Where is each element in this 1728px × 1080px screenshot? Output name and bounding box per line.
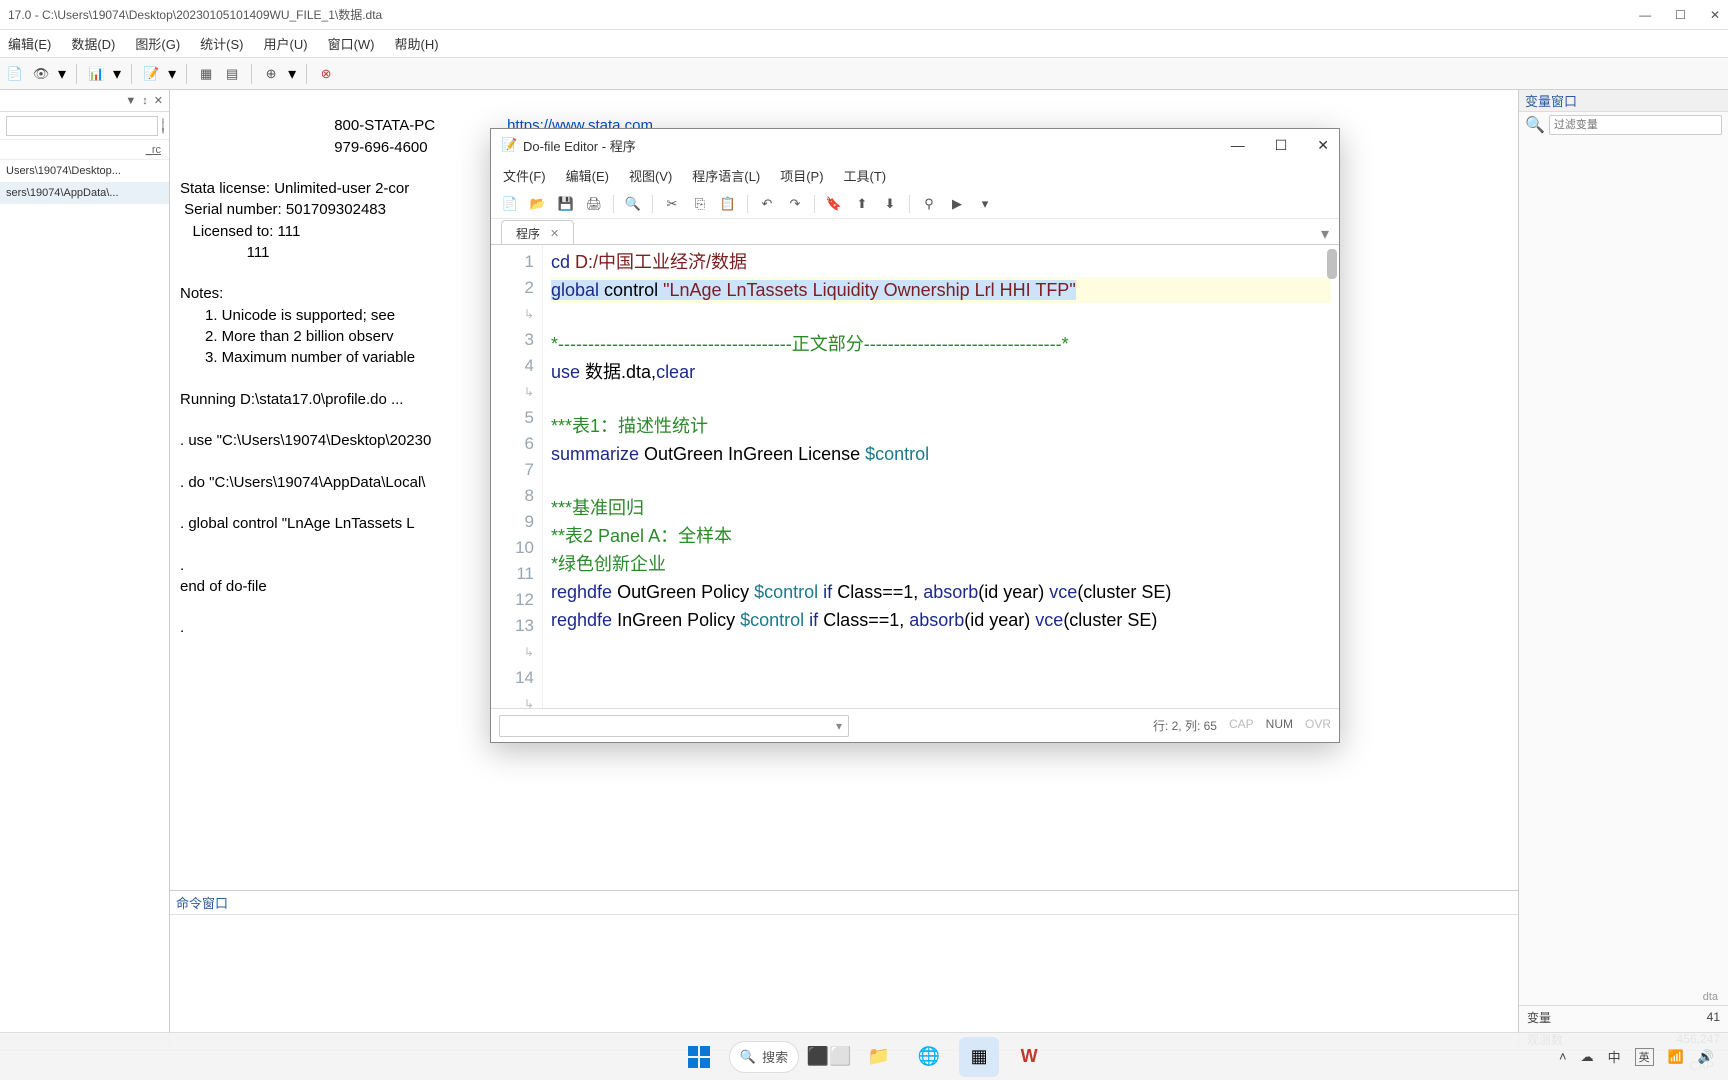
dofile-tabs: 程序 ✕ ▾	[491, 219, 1339, 245]
cut-icon[interactable]: ✂	[663, 195, 681, 213]
stata-menubar: 编辑(E) 数据(D) 图形(G) 统计(S) 用户(U) 窗口(W) 帮助(H…	[0, 30, 1728, 58]
new-icon[interactable]: 📄	[501, 195, 519, 213]
prop-variables: 变量41	[1519, 1006, 1728, 1028]
undo-icon[interactable]: ↶	[758, 195, 776, 213]
wps-icon[interactable]: W	[1009, 1037, 1049, 1077]
dofile-menu-file[interactable]: 文件(F)	[503, 166, 546, 185]
windows-taskbar: 🔍 搜索 ⬛⬜ 📁 🌐 ▦ W ˄ ☁ 中 英 📶 🔊	[0, 1032, 1728, 1080]
run-icon[interactable]: ▶	[948, 195, 966, 213]
history-item[interactable]: Users\19074\Desktop...	[0, 160, 169, 182]
tabs-dropdown-icon[interactable]: ▾	[1321, 224, 1329, 244]
dofile-close-button[interactable]: ✕	[1317, 137, 1329, 154]
redo-icon[interactable]: ↷	[786, 195, 804, 213]
find-icon[interactable]: 🔍	[624, 195, 642, 213]
stata-toolbar: 📄 👁 ▾ 📊 ▾ 📝 ▾ ▦ ▤ ⊕ ▾ ⊗	[0, 58, 1728, 90]
dofile-title-text: Do-file Editor - 程序	[523, 136, 636, 155]
tab-close-icon[interactable]: ✕	[550, 227, 559, 240]
sort-icon[interactable]: ↕	[142, 95, 148, 107]
menu-edit[interactable]: 编辑(E)	[8, 34, 51, 53]
graph-icon[interactable]: 📊	[87, 65, 105, 83]
bookmark-next-icon[interactable]: ⬇	[881, 195, 899, 213]
dta-label: dta	[1519, 989, 1728, 1005]
code-editor[interactable]: cd D:/中国工业经济/数据 global control "LnAge Ln…	[543, 245, 1339, 708]
dofile-combo[interactable]: ▾	[499, 715, 849, 737]
tray-volume-icon[interactable]: 🔊	[1698, 1049, 1714, 1065]
search-icon: 🔍	[1525, 115, 1545, 135]
history-filter-input[interactable]	[6, 116, 158, 136]
dofile-menu-tools[interactable]: 工具(T)	[844, 166, 887, 185]
open-folder-icon[interactable]: 📂	[529, 195, 547, 213]
search-icon: 🔍	[740, 1049, 756, 1065]
taskbar-search[interactable]: 🔍 搜索	[729, 1041, 799, 1073]
history-item[interactable]: sers\19074\AppData\...	[0, 182, 169, 204]
dofile-titlebar[interactable]: 📝 Do-file Editor - 程序 — ☐ ✕	[491, 129, 1339, 161]
history-panel: ▼ ↕ ✕ i _rc Users\19074\Desktop... sers\…	[0, 90, 170, 1050]
print-icon[interactable]: 🖨	[585, 195, 603, 213]
start-button[interactable]	[679, 1037, 719, 1077]
dofile-menu-edit[interactable]: 编辑(E)	[566, 166, 609, 185]
maximize-button[interactable]: ☐	[1675, 8, 1686, 22]
dofile-maximize-button[interactable]: ☐	[1275, 137, 1288, 154]
paste-icon[interactable]: 📋	[719, 195, 737, 213]
dofile-footer: ▾ 行: 2, 列: 65 CAP NUM OVR	[491, 708, 1339, 742]
filter-icon[interactable]: ▼	[125, 95, 136, 107]
rc-header[interactable]: _rc	[0, 140, 169, 160]
break-icon[interactable]: ⊗	[317, 65, 335, 83]
dofile-minimize-button[interactable]: —	[1231, 137, 1245, 154]
command-panel-title: 命令窗口	[170, 891, 1518, 915]
edge-icon[interactable]: 🌐	[909, 1037, 949, 1077]
line-gutter: 12↳34↳5678910111213↳14↳	[491, 245, 543, 708]
menu-window[interactable]: 窗口(W)	[328, 34, 375, 53]
data-browser-icon[interactable]: ▤	[223, 65, 241, 83]
dofile-tab-program[interactable]: 程序 ✕	[501, 220, 574, 244]
variables-panel-title: 变量窗口	[1519, 90, 1728, 112]
menu-help[interactable]: 帮助(H)	[395, 34, 439, 53]
dofile-app-icon: 📝	[501, 137, 517, 153]
stata-task-icon[interactable]: ▦	[959, 1037, 999, 1077]
dofile-editor-window: 📝 Do-file Editor - 程序 — ☐ ✕ 文件(F) 编辑(E) …	[490, 128, 1340, 743]
title-text: 17.0 - C:\Users\19074\Desktop\2023010510…	[8, 6, 382, 23]
close-panel-icon[interactable]: ✕	[154, 94, 163, 107]
close-button[interactable]: ✕	[1710, 8, 1720, 22]
variable-filter-input[interactable]	[1549, 115, 1722, 135]
run-dropdown-icon[interactable]: ▾	[976, 195, 994, 213]
copy-icon[interactable]: ⎘	[691, 195, 709, 213]
cursor-position: 行: 2, 列: 65	[1153, 717, 1217, 734]
bookmark-prev-icon[interactable]: ⬆	[853, 195, 871, 213]
menu-stat[interactable]: 统计(S)	[200, 34, 243, 53]
dofile-icon[interactable]: 📝	[142, 65, 160, 83]
dofile-menu-view[interactable]: 视图(V)	[629, 166, 672, 185]
tray-chevron-icon[interactable]: ˄	[1559, 1049, 1567, 1064]
dofile-menu-lang[interactable]: 程序语言(L)	[692, 166, 760, 185]
info-icon[interactable]: i	[162, 118, 164, 134]
tray-onedrive-icon[interactable]: ☁	[1581, 1049, 1594, 1065]
num-indicator: NUM	[1266, 717, 1293, 734]
stata-titlebar: 17.0 - C:\Users\19074\Desktop\2023010510…	[0, 0, 1728, 30]
code-scrollbar[interactable]	[1327, 249, 1337, 279]
data-editor-icon[interactable]: ▦	[197, 65, 215, 83]
menu-graph[interactable]: 图形(G)	[135, 34, 180, 53]
match-icon[interactable]: ⚲	[920, 195, 938, 213]
variables-panel: 变量窗口 🔍 dta 变量41 观测数456,247	[1518, 90, 1728, 1050]
dofile-menu-project[interactable]: 项目(P)	[780, 166, 823, 185]
cap-indicator: CAP	[1229, 717, 1254, 734]
bookmark-toggle-icon[interactable]: 🔖	[825, 195, 843, 213]
save-icon[interactable]: 💾	[557, 195, 575, 213]
task-view-icon[interactable]: ⬛⬜	[809, 1037, 849, 1077]
tray-ime-zh[interactable]: 中	[1608, 1047, 1621, 1066]
dofile-toolbar: 📄 📂 💾 🖨 🔍 ✂ ⎘ 📋 ↶ ↷ 🔖 ⬆ ⬇ ⚲ ▶ ▾	[491, 189, 1339, 219]
minimize-button[interactable]: —	[1639, 8, 1651, 22]
menu-data[interactable]: 数据(D)	[71, 34, 115, 53]
ovr-indicator: OVR	[1305, 717, 1331, 734]
menu-user[interactable]: 用户(U)	[264, 34, 308, 53]
tray-network-icon[interactable]: 📶	[1668, 1049, 1684, 1065]
open-icon[interactable]: 📄	[6, 65, 24, 83]
explorer-icon[interactable]: 📁	[859, 1037, 899, 1077]
more-icon[interactable]: ⊕	[262, 65, 280, 83]
command-panel[interactable]: 命令窗口	[170, 890, 1518, 1050]
tray-ime-en[interactable]: 英	[1635, 1048, 1654, 1066]
view-icon[interactable]: 👁	[32, 65, 50, 83]
dofile-menubar: 文件(F) 编辑(E) 视图(V) 程序语言(L) 项目(P) 工具(T)	[491, 161, 1339, 189]
